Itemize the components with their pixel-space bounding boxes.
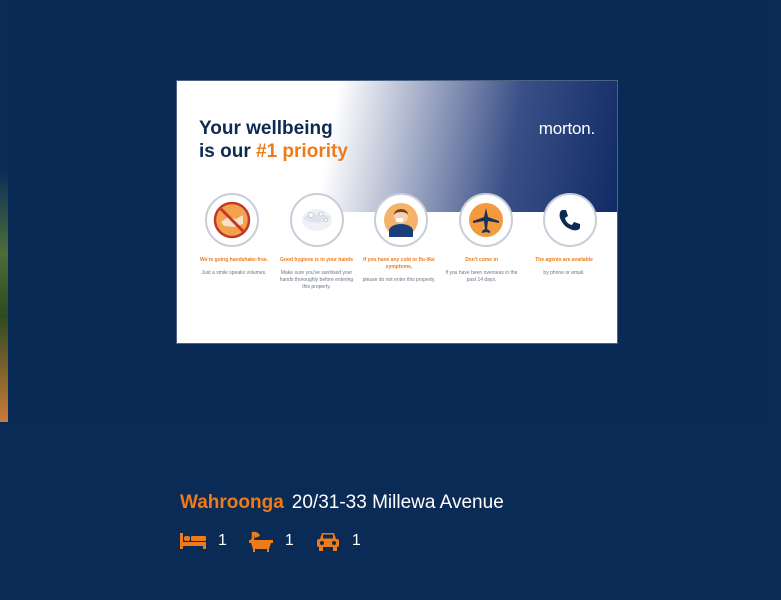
sick-person-icon (374, 193, 428, 247)
tip-heading: Good hygiene is in your hands (279, 257, 354, 263)
phone-icon (543, 193, 597, 247)
tip-symptoms: If you have any cold or flu-like symptom… (362, 257, 436, 291)
tip-body: if you have been overseas in the past 14… (445, 270, 518, 283)
bedrooms-feature: 1 (180, 532, 227, 550)
background-photo-edge (0, 0, 8, 422)
tip-hygiene: Good hygiene is in your hands Make sure y… (280, 257, 354, 291)
listing-street[interactable]: 20/31-33 Millewa Avenue (292, 492, 504, 513)
tip-heading: If you have any cold or flu-like symptom… (363, 257, 435, 270)
bed-icon (180, 533, 206, 549)
tip-handshake: We're going handshake-free. Just a smile … (197, 257, 271, 291)
tip-body: Make sure you've sanitised your hands th… (279, 270, 354, 290)
car-icon (316, 533, 339, 551)
wellbeing-banner: Your wellbeing is our #1 priority morton… (176, 80, 618, 344)
airplane-icon (458, 193, 513, 247)
hand-wash-icon (289, 193, 344, 247)
headline-line-2: is our #1 priority (199, 140, 348, 163)
banner-headline: Your wellbeing is our #1 priority (199, 117, 348, 163)
listing-features: 1 1 1 (180, 530, 504, 552)
tip-contact: The agents are available by phone or emai… (527, 257, 601, 291)
tip-body: Just a smile speaks volumes. (201, 270, 267, 276)
tip-icons (205, 193, 597, 247)
tip-heading: We're going handshake-free. (199, 257, 269, 263)
parking-count: 1 (351, 532, 361, 549)
tip-columns: We're going handshake-free. Just a smile … (197, 257, 601, 291)
listing-address[interactable]: Wahroonga 20/31-33 Millewa Avenue (180, 492, 504, 514)
headline-accent: #1 priority (256, 141, 348, 162)
tip-heading: Don't come in (465, 257, 498, 263)
brand-logo: morton. (538, 119, 595, 138)
bath-icon (248, 531, 273, 552)
listing-suburb[interactable]: Wahroonga (180, 492, 284, 513)
tip-body: by phone or email. (543, 270, 585, 276)
bathrooms-feature: 1 (248, 530, 294, 552)
listing-info[interactable]: Wahroonga 20/31-33 Millewa Avenue 1 1 1 (180, 492, 504, 552)
headline-prefix: is our (199, 141, 257, 162)
headline-line-1: Your wellbeing (199, 118, 333, 139)
listing-image-slide[interactable]: Your wellbeing is our #1 priority morton… (8, 0, 766, 422)
bathrooms-count: 1 (284, 532, 294, 549)
tip-heading: The agents are available (535, 257, 593, 263)
tip-travel: Don't come in if you have been overseas i… (445, 257, 519, 291)
parking-feature: 1 (316, 531, 361, 551)
no-handshake-icon (205, 193, 259, 247)
bedrooms-count: 1 (218, 532, 227, 549)
tip-body: please do not enter this property. (362, 277, 436, 283)
